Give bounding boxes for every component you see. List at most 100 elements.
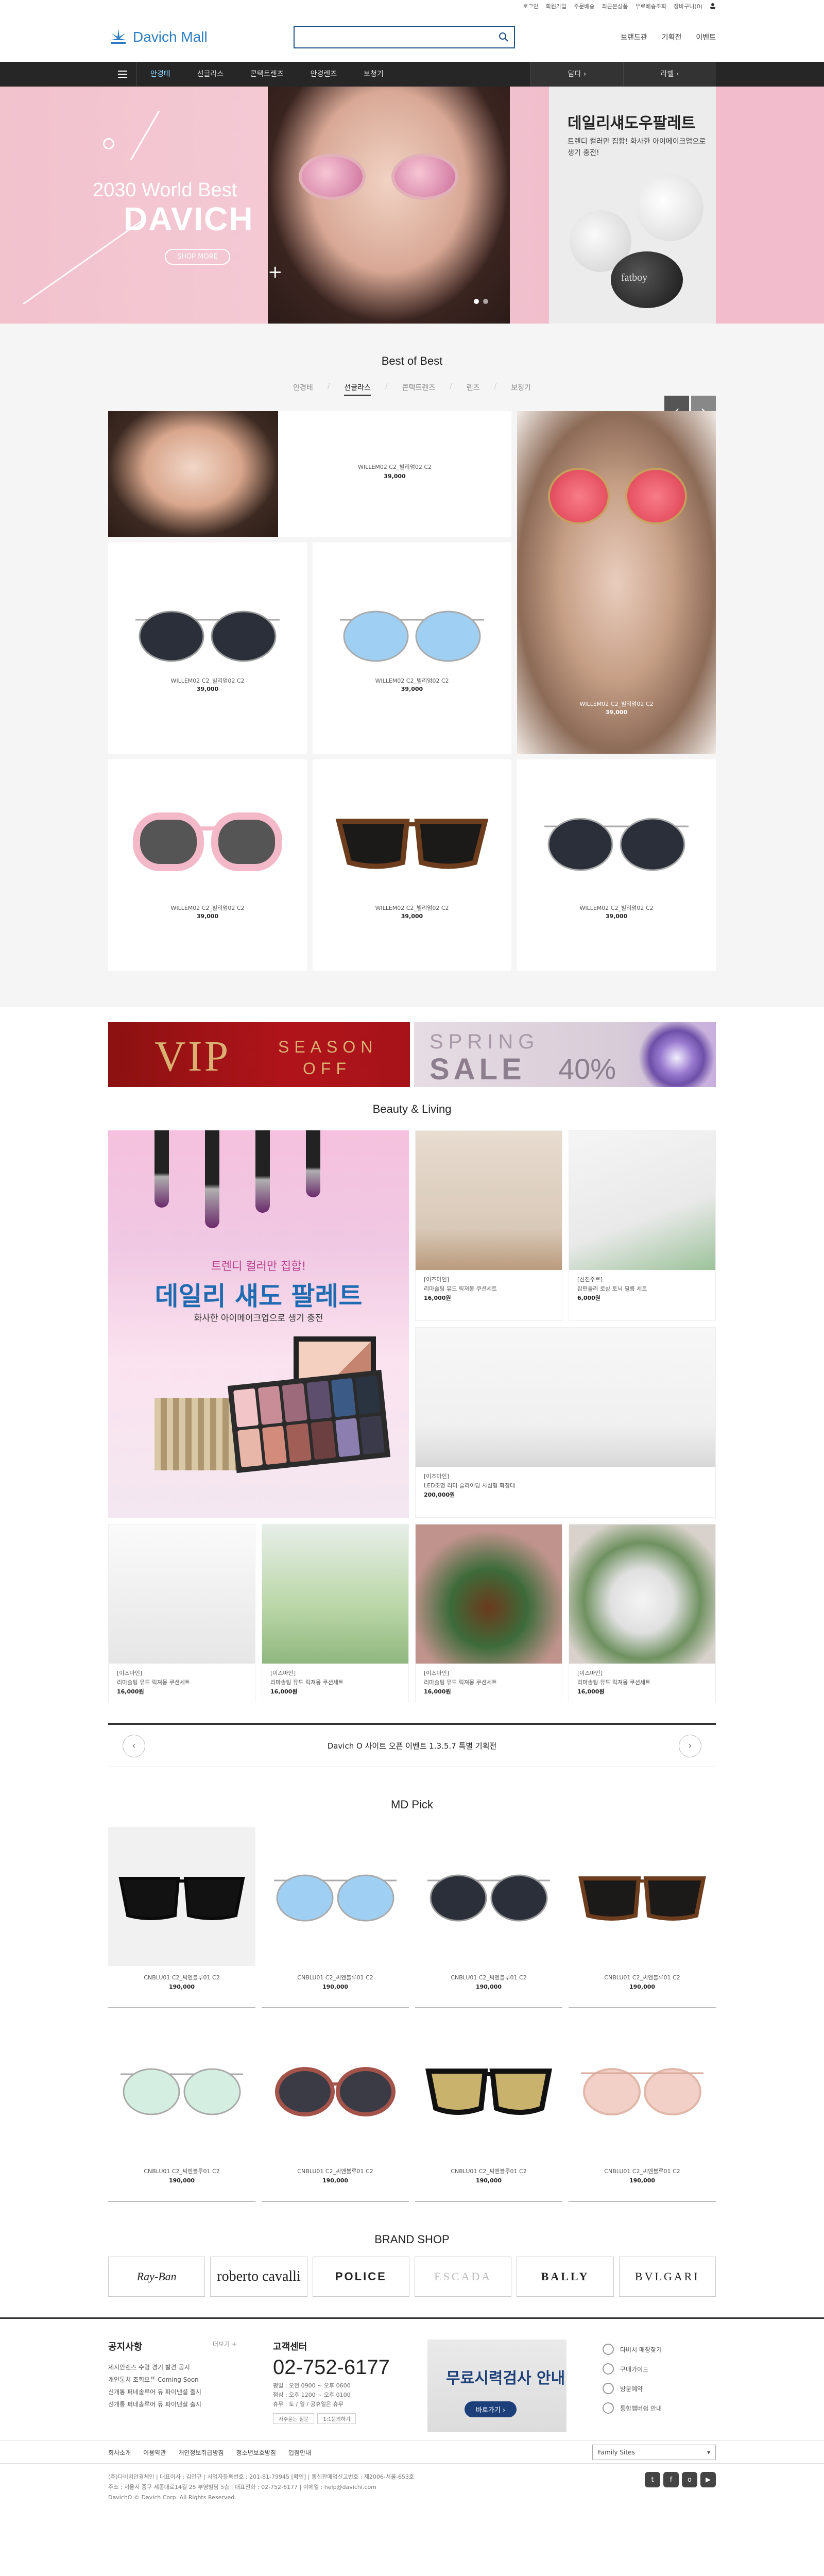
product-name: WILLEM02 C2_빌리엄02 C2: [579, 905, 654, 911]
copyright: DavichO © Davich Corp. All Rights Reserv…: [108, 2494, 236, 2501]
product-card[interactable]: CNBLU01 C2_씨엔블루01 C2 190,000: [415, 2021, 562, 2202]
footer-link-terms[interactable]: 이용약관: [143, 2448, 166, 2457]
nav-right-damda[interactable]: 담다 ›: [530, 62, 623, 87]
nav-item-frames[interactable]: 안경테: [137, 62, 184, 87]
vip-banner[interactable]: VIP SEASON OFF: [108, 1022, 410, 1087]
product-card[interactable]: WILLEM02 C2_빌리엄02 C2 39,000: [108, 759, 307, 971]
header-link-plan[interactable]: 기획전: [662, 32, 682, 42]
product-category: [신진주르]: [577, 1276, 603, 1283]
tab-hearing[interactable]: 보청기: [511, 382, 531, 396]
inquiry-button[interactable]: 1:1문의하기: [317, 2413, 356, 2424]
product-card[interactable]: [이즈마인] 리마솔팅 뮤드 릭져몽 쿠션세트 16,000원: [108, 1524, 255, 1702]
quick-link[interactable]: 통합멤버쉽 안내: [603, 2398, 662, 2418]
model-photo: [108, 411, 278, 537]
product-card[interactable]: [신진주르] 잡편들러 로상 토닉 필름 세트 6,000원: [569, 1130, 716, 1321]
nav-item-hearing[interactable]: 보청기: [350, 62, 397, 87]
product-card[interactable]: CNBLU01 C2_씨엔블루01 C2 190,000: [569, 1827, 716, 2008]
faq-button[interactable]: 자주묻는 질문: [273, 2413, 315, 2424]
facebook-icon[interactable]: f: [663, 2472, 679, 2487]
tab-frames[interactable]: 안경테: [293, 382, 313, 396]
header-link-event[interactable]: 이벤트: [696, 32, 716, 42]
nav-right-label[interactable]: 라벨 ›: [623, 62, 716, 87]
product-card[interactable]: WILLEM02 C2_빌리엄02 C2 39,000: [313, 543, 511, 754]
footer-link-company[interactable]: 회사소개: [108, 2448, 131, 2457]
decor-circle: [103, 138, 114, 149]
tab-sunglasses[interactable]: 선글라스: [344, 382, 371, 396]
util-login[interactable]: 로그인: [523, 2, 538, 10]
spring-text: SPRING: [430, 1030, 540, 1053]
footer-link-partner[interactable]: 입점안내: [288, 2448, 311, 2457]
hero-side-panel[interactable]: 데일리섀도우팔레트 트렌디 컬러만 집합! 화사한 아이메이크업으로 생기 충전…: [549, 87, 716, 324]
brand-logo-bally[interactable]: BALLY: [517, 2257, 614, 2297]
spring-sale-banner[interactable]: SPRING SALE 40%: [414, 1022, 716, 1087]
product-card[interactable]: CNBLU01 C2_씨엔블루01 C2 190,000: [108, 2021, 255, 2202]
cs-hours: 평일 : 오전 0900 ~ 오후 0600: [273, 2382, 351, 2389]
youtube-icon[interactable]: ▶: [700, 2472, 716, 2487]
brand-logo-bvlgari[interactable]: BVLGARI: [619, 2257, 716, 2297]
logo[interactable]: Davich Mall: [108, 27, 294, 47]
product-card[interactable]: WILLEM02 C2_빌리엄02 C2 39,000: [517, 759, 716, 971]
quick-link[interactable]: 구매가이드: [603, 2359, 662, 2379]
beauty-feature-banner[interactable]: 트렌디 컬러만 집합! 데일리 섀도 팔레트 화사한 아이메이크업으로 생기 충…: [108, 1130, 409, 1518]
tab-contacts[interactable]: 콘택트렌즈: [402, 382, 435, 396]
twitter-icon[interactable]: t: [645, 2472, 660, 2487]
search-button[interactable]: [493, 27, 514, 47]
footer-notice-item[interactable]: 신개통 퍼네솔루어 듀 파이낸셜 출시: [108, 2386, 273, 2398]
util-cart[interactable]: 장바구니(0): [674, 2, 702, 10]
product-card[interactable]: [이즈마인] 리마솔팅 뮤드 릭져몽 쿠션세트 16,000원: [415, 1130, 562, 1321]
header-link-brand[interactable]: 브랜드관: [621, 32, 647, 42]
footer-link-privacy[interactable]: 개인정보취급방침: [178, 2448, 224, 2457]
eye-test-banner[interactable]: 무료시력검사 안내 바로가기 ›: [427, 2340, 566, 2432]
quick-link[interactable]: 다비치 매장찾기: [603, 2340, 662, 2359]
feature-line3: 화사한 아이메이크업으로 생기 충전: [194, 1313, 323, 1324]
nav-item-sunglasses[interactable]: 선글라스: [184, 62, 237, 87]
menu-button[interactable]: [108, 62, 137, 87]
instagram-icon[interactable]: o: [682, 2472, 697, 2487]
eye-test-button[interactable]: 바로가기 ›: [465, 2401, 517, 2417]
family-site-select[interactable]: Family Sites ▾: [592, 2445, 716, 2460]
brand-logo-rayban[interactable]: Ray-Ban: [108, 2257, 205, 2297]
util-join[interactable]: 회원가입: [546, 2, 566, 10]
product-card[interactable]: CNBLU01 C2_씨엔블루01 C2 190,000: [569, 2021, 716, 2202]
hero-banner[interactable]: 2030 World Best DAVICH SHOP MORE + 데일리섀도…: [0, 87, 824, 324]
product-card[interactable]: [이즈마인] 리마솔팅 뮤드 릭져몽 쿠션세트 16,000원: [569, 1524, 716, 1702]
pager-dot[interactable]: [474, 299, 479, 304]
product-card[interactable]: CNBLU01 C2_씨엔블루01 C2 190,000: [108, 1827, 255, 2008]
product-image: [262, 1524, 408, 1664]
pager-dot[interactable]: [483, 299, 488, 304]
footer-link-youth[interactable]: 청소년보호방침: [236, 2448, 276, 2457]
product-card[interactable]: [이즈마인] LED조명 리미 슬라이딩 사심형 화장대 200,000원: [415, 1327, 716, 1518]
brand-logo-police[interactable]: POLICE: [312, 2257, 409, 2297]
footer-notice-more[interactable]: 더보기 +: [213, 2340, 237, 2353]
footer-notice-item[interactable]: 제시안렌즈 수령 경기 발견 공지: [108, 2361, 273, 2374]
palette-image: [227, 1369, 391, 1473]
quick-link[interactable]: 방문예약: [603, 2379, 662, 2398]
tab-lens[interactable]: 렌즈: [467, 382, 480, 396]
nav-item-contacts[interactable]: 콘택트렌즈: [237, 62, 297, 87]
product-card[interactable]: CNBLU01 C2_씨엔블루01 C2 190,000: [262, 1827, 409, 2008]
product-card[interactable]: [이즈마인] 리마솔팅 뮤드 릭져몽 쿠션세트 16,000원: [415, 1524, 562, 1702]
next-notice-button[interactable]: ›: [678, 1734, 701, 1757]
util-recent[interactable]: 최근본상품: [602, 2, 628, 10]
hero-cta-button[interactable]: SHOP MORE: [165, 249, 230, 265]
brand-logo-escada[interactable]: ESCADA: [414, 2257, 512, 2297]
hero-subtitle: 2030 World Best: [93, 179, 237, 201]
brand-logo-roberto-cavalli[interactable]: roberto cavalli: [210, 2257, 307, 2297]
hero-title: DAVICH: [124, 200, 254, 238]
product-card[interactable]: WILLEM02 C2_빌리엄02 C2 39,000: [108, 411, 511, 537]
prev-notice-button[interactable]: ‹: [123, 1734, 145, 1757]
footer-notice-item[interactable]: 개인통치 조회오픈 Coming Soon: [108, 2374, 273, 2386]
search-input[interactable]: [295, 27, 493, 47]
product-card[interactable]: CNBLU01 C2_씨엔블루01 C2 190,000: [262, 2021, 409, 2202]
notice-text[interactable]: Davich O 사이트 오픈 이벤트 1.3.5.7 특별 기획전: [328, 1740, 497, 1751]
product-card[interactable]: WILLEM02 C2_빌리엄02 C2 39,000: [313, 759, 511, 971]
product-card[interactable]: [이즈마인] 리마솔팅 뮤드 릭져몽 쿠션세트 16,000원: [262, 1524, 409, 1702]
product-card[interactable]: CNBLU01 C2_씨엔블루01 C2 190,000: [415, 1827, 562, 2008]
util-delivery[interactable]: 무료배송조회: [635, 2, 666, 10]
product-card[interactable]: WILLEM02 C2_빌리엄02 C2 39,000: [517, 411, 716, 754]
nav-item-lenses[interactable]: 안경렌즈: [297, 62, 351, 87]
product-card[interactable]: WILLEM02 C2_빌리엄02 C2 39,000: [108, 543, 307, 754]
footer-notice-item[interactable]: 신개통 퍼네솔루어 듀 파이낸셜 출시: [108, 2398, 273, 2411]
user-icon[interactable]: [710, 3, 716, 10]
util-order[interactable]: 주문배송: [574, 2, 594, 10]
